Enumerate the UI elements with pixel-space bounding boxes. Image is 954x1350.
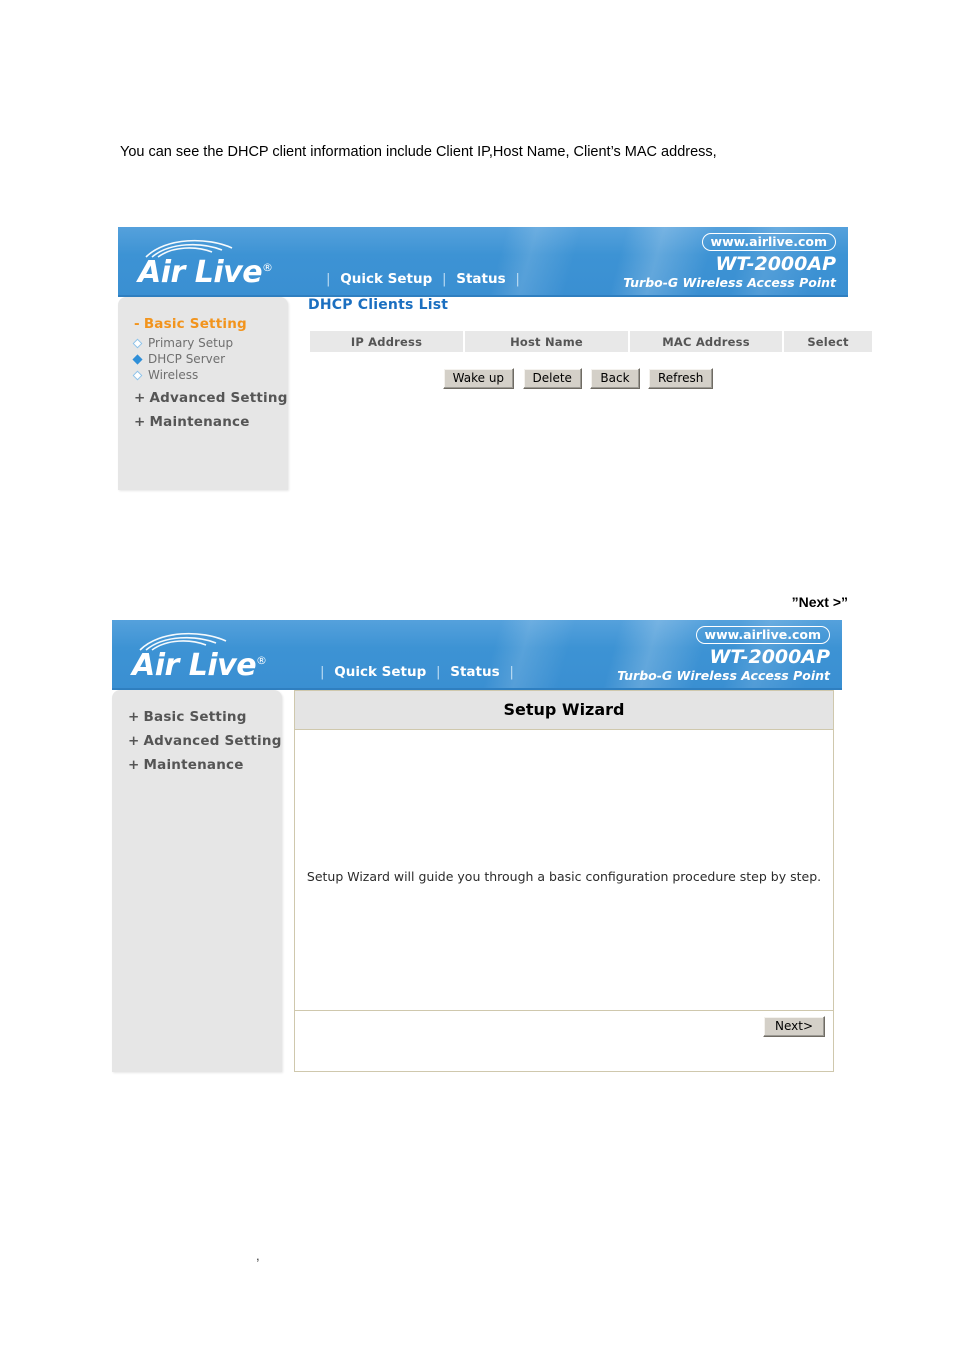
setup-wizard-panel: Setup Wizard Setup Wizard will guide you…	[294, 690, 834, 1072]
sidebar-item-dhcp-server[interactable]: DHCP Server	[118, 351, 288, 367]
banner-product-info: www.airlive.com WT-2000AP Turbo-G Wirele…	[623, 233, 836, 290]
logo-wordmark: Air Live®	[138, 255, 273, 290]
logo-text: Air Live	[138, 255, 263, 290]
sidebar-item-label: Primary Setup	[148, 336, 234, 350]
nav-separator-1: |	[441, 271, 447, 287]
sidebar-marker-basic-setting: -	[134, 316, 140, 332]
airlive-logo: Air Live®	[130, 628, 330, 686]
sidebar-label-advanced-setting: Advanced Setting	[143, 733, 282, 749]
airlive-logo: Air Live®	[136, 235, 336, 293]
column-header-mac-address: MAC Address	[630, 331, 782, 352]
dhcp-body: - Basic Setting Primary Setup DHCP Server…	[118, 297, 872, 497]
banner-product-info: www.airlive.com WT-2000AP Turbo-G Wirele…	[617, 626, 830, 683]
sidebar-item-wireless[interactable]: Wireless	[118, 367, 288, 383]
nav-quick-setup[interactable]: Quick Setup	[332, 664, 428, 680]
sidebar-label-maintenance: Maintenance	[143, 757, 244, 773]
sidebar-marker-maintenance: +	[128, 757, 140, 773]
sidebar-group-basic-setting[interactable]: + Basic Setting	[112, 706, 282, 728]
model-name: WT-2000AP	[715, 253, 836, 275]
nav-separator-2: |	[509, 664, 514, 680]
sidebar-marker-advanced-setting: +	[134, 390, 146, 406]
sidebar-dhcp: - Basic Setting Primary Setup DHCP Server…	[118, 297, 288, 490]
registered-mark-icon: ®	[256, 654, 267, 667]
wizard-body-area: + Basic Setting + Advanced Setting + Mainte…	[112, 690, 842, 1100]
sidebar-item-primary-setup[interactable]: Primary Setup	[118, 335, 288, 351]
app-banner: Air Live® | Quick Setup | Status | www.a…	[118, 227, 848, 297]
diamond-bullet-icon	[132, 370, 143, 381]
sidebar-group-advanced-setting[interactable]: + Advanced Setting	[118, 383, 288, 409]
nav-quick-setup[interactable]: Quick Setup	[338, 271, 434, 287]
dhcp-content-pane: DHCP Clients List IP Address Host Name M…	[308, 297, 872, 389]
banner-nav: | Quick Setup | Status |	[323, 271, 523, 287]
registered-mark-icon: ®	[262, 261, 273, 274]
column-header-select: Select	[784, 331, 872, 352]
nav-status[interactable]: Status	[454, 271, 507, 287]
wizard-title: Setup Wizard	[295, 691, 833, 730]
nav-separator-2: |	[515, 271, 520, 287]
sidebar-wizard: + Basic Setting + Advanced Setting + Mainte…	[112, 690, 282, 1072]
website-badge: www.airlive.com	[695, 626, 830, 644]
dhcp-clients-table: IP Address Host Name MAC Address Select	[308, 331, 874, 352]
delete-button[interactable]: Delete	[522, 368, 582, 389]
sidebar-label-basic-setting: Basic Setting	[143, 316, 247, 332]
sidebar-label-advanced-setting: Advanced Setting	[149, 390, 288, 406]
sidebar-marker-advanced-setting: +	[128, 733, 140, 749]
page-title: DHCP Clients List	[308, 297, 449, 313]
back-button[interactable]: Back	[590, 368, 640, 389]
next-button[interactable]: Next>	[762, 1016, 825, 1037]
model-description: Turbo-G Wireless Access Point	[623, 275, 836, 290]
column-header-ip-address: IP Address	[310, 331, 463, 352]
sidebar-item-label: Wireless	[148, 368, 199, 382]
stray-punctuation-mark: ,	[256, 1248, 260, 1263]
sidebar-label-basic-setting: Basic Setting	[143, 709, 247, 725]
sidebar-label-maintenance: Maintenance	[149, 414, 250, 430]
nav-separator-1: |	[435, 664, 441, 680]
sidebar-group-basic-setting[interactable]: - Basic Setting	[118, 313, 288, 335]
sidebar-item-label: DHCP Server	[148, 352, 226, 366]
sidebar-marker-maintenance: +	[134, 414, 146, 430]
sidebar-group-maintenance[interactable]: + Maintenance	[118, 409, 288, 433]
dhcp-button-row: Wake up Delete Back Refresh	[308, 368, 848, 389]
intro-paragraph: You can see the DHCP client information …	[120, 144, 717, 160]
table-header-row: IP Address Host Name MAC Address Select	[310, 331, 872, 352]
diamond-bullet-selected-icon	[132, 354, 143, 365]
wizard-footer: Next>	[295, 1010, 833, 1044]
website-badge: www.airlive.com	[701, 233, 836, 251]
wake-up-button[interactable]: Wake up	[442, 368, 515, 389]
nav-separator-0: |	[320, 664, 325, 680]
diamond-bullet-icon	[132, 338, 143, 349]
next-caption: ”Next >”	[791, 594, 848, 610]
wizard-content: Setup Wizard will guide you through a ba…	[295, 730, 833, 1010]
dhcp-clients-screenshot: Air Live® | Quick Setup | Status | www.a…	[118, 227, 872, 497]
nav-status[interactable]: Status	[448, 664, 501, 680]
sidebar-group-advanced-setting[interactable]: + Advanced Setting	[112, 728, 282, 752]
wizard-message: Setup Wizard will guide you through a ba…	[306, 869, 822, 884]
sidebar-marker-basic-setting: +	[128, 709, 140, 725]
refresh-button[interactable]: Refresh	[648, 368, 714, 389]
app-banner: Air Live® | Quick Setup | Status | www.a…	[112, 620, 842, 690]
banner-nav: | Quick Setup | Status |	[317, 664, 517, 680]
setup-wizard-screenshot: Air Live® | Quick Setup | Status | www.a…	[112, 620, 842, 1100]
column-header-host-name: Host Name	[465, 331, 628, 352]
nav-separator-0: |	[326, 271, 331, 287]
logo-wordmark: Air Live®	[132, 648, 267, 683]
model-name: WT-2000AP	[709, 646, 830, 668]
sidebar-group-maintenance[interactable]: + Maintenance	[112, 752, 282, 776]
logo-text: Air Live	[132, 648, 257, 683]
model-description: Turbo-G Wireless Access Point	[617, 668, 830, 683]
